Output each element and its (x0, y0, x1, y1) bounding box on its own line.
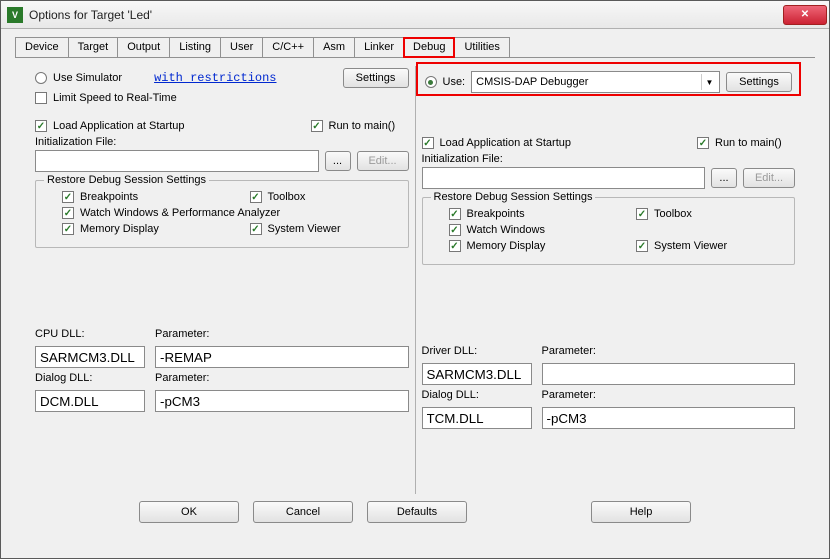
left-param2-input[interactable] (155, 390, 409, 412)
left-sysview-label: System Viewer (268, 223, 398, 235)
left-watch-label: Watch Windows & Performance Analyzer (80, 207, 280, 219)
left-run-main-checkbox[interactable] (311, 120, 323, 132)
driver-dll-input[interactable] (422, 363, 532, 385)
left-toolbox-label: Toolbox (268, 191, 398, 203)
app-icon: V (7, 7, 23, 23)
left-browse-button[interactable]: ... (325, 151, 351, 171)
chevron-down-icon: ▼ (701, 74, 717, 90)
debugger-select-value: CMSIS-DAP Debugger (476, 76, 588, 88)
right-memory-checkbox[interactable] (449, 240, 461, 252)
tab-linker[interactable]: Linker (354, 37, 404, 57)
left-param1-input[interactable] (155, 346, 409, 368)
right-load-app-checkbox[interactable] (422, 137, 434, 149)
restrictions-link[interactable]: with restrictions (154, 71, 276, 85)
tab-target[interactable]: Target (68, 37, 119, 57)
tab-user[interactable]: User (220, 37, 263, 57)
tab-ccpp[interactable]: C/C++ (262, 37, 314, 57)
left-watch-checkbox[interactable] (62, 207, 74, 219)
limit-speed-checkbox[interactable] (35, 92, 47, 104)
left-load-app-checkbox[interactable] (35, 120, 47, 132)
right-init-file-label: Initialization File: (422, 153, 796, 165)
left-edit-button[interactable]: Edit... (357, 151, 409, 171)
left-toolbox-checkbox[interactable] (250, 191, 262, 203)
left-dialog-dll-input[interactable] (35, 390, 145, 412)
tabs: Device Target Output Listing User C/C++ … (1, 29, 829, 57)
dialog-footer: OK Cancel Defaults Help (15, 495, 815, 529)
right-run-main-label: Run to main() (715, 137, 795, 149)
left-init-file-input[interactable] (35, 150, 319, 172)
left-sysview-checkbox[interactable] (250, 223, 262, 235)
right-load-app-label: Load Application at Startup (440, 137, 571, 149)
right-param2-label: Parameter: (542, 389, 796, 401)
right-init-file-input[interactable] (422, 167, 706, 189)
left-init-file-label: Initialization File: (35, 136, 409, 148)
simulator-settings-button[interactable]: Settings (343, 68, 409, 88)
tab-output[interactable]: Output (117, 37, 170, 57)
left-param1-label: Parameter: (155, 328, 409, 340)
limit-speed-label: Limit Speed to Real-Time (53, 92, 177, 104)
left-breakpoints-label: Breakpoints (80, 191, 138, 203)
right-restore-legend: Restore Debug Session Settings (431, 191, 596, 203)
cpu-dll-label: CPU DLL: (35, 328, 145, 340)
left-restore-legend: Restore Debug Session Settings (44, 174, 209, 186)
right-memory-label: Memory Display (467, 240, 546, 252)
tab-asm[interactable]: Asm (313, 37, 355, 57)
use-debugger-label: Use: (443, 76, 466, 88)
help-button[interactable]: Help (591, 501, 691, 523)
tab-body: Use Simulator with restrictions Settings… (15, 57, 815, 535)
cancel-button[interactable]: Cancel (253, 501, 353, 523)
right-run-main-checkbox[interactable] (697, 137, 709, 149)
right-toolbox-label: Toolbox (654, 208, 784, 220)
right-watch-checkbox[interactable] (449, 224, 461, 236)
right-toolbox-checkbox[interactable] (636, 208, 648, 220)
window-title: Options for Target 'Led' (29, 8, 152, 22)
simulator-panel: Use Simulator with restrictions Settings… (29, 62, 415, 498)
options-dialog: V Options for Target 'Led' ✕ Device Targ… (0, 0, 830, 559)
left-run-main-label: Run to main() (329, 120, 409, 132)
right-browse-button[interactable]: ... (711, 168, 737, 188)
tab-device[interactable]: Device (15, 37, 69, 57)
tab-utilities[interactable]: Utilities (454, 37, 509, 57)
ok-button[interactable]: OK (139, 501, 239, 523)
right-breakpoints-label: Breakpoints (467, 208, 525, 220)
right-sysview-checkbox[interactable] (636, 240, 648, 252)
left-load-app-label: Load Application at Startup (53, 120, 184, 132)
left-restore-group: Restore Debug Session Settings Breakpoin… (35, 180, 409, 248)
debugger-select[interactable]: CMSIS-DAP Debugger ▼ (471, 71, 720, 93)
use-simulator-radio[interactable] (35, 72, 47, 84)
right-param1-label: Parameter: (542, 345, 796, 357)
right-breakpoints-checkbox[interactable] (449, 208, 461, 220)
right-edit-button[interactable]: Edit... (743, 168, 795, 188)
driver-dll-label: Driver DLL: (422, 345, 532, 357)
left-memory-checkbox[interactable] (62, 223, 74, 235)
debugger-panel: Use: CMSIS-DAP Debugger ▼ Settings Load … (416, 62, 802, 498)
use-debugger-radio[interactable] (425, 76, 437, 88)
tab-debug[interactable]: Debug (403, 37, 455, 58)
debugger-settings-button[interactable]: Settings (726, 72, 792, 92)
right-param1-input[interactable] (542, 363, 796, 385)
right-sysview-label: System Viewer (654, 240, 784, 252)
tab-listing[interactable]: Listing (169, 37, 221, 57)
right-param2-input[interactable] (542, 407, 796, 429)
use-simulator-label: Use Simulator (53, 72, 122, 84)
left-breakpoints-checkbox[interactable] (62, 191, 74, 203)
left-dialog-dll-label: Dialog DLL: (35, 372, 145, 384)
titlebar: V Options for Target 'Led' ✕ (1, 1, 829, 29)
close-button[interactable]: ✕ (783, 5, 827, 25)
left-memory-label: Memory Display (80, 223, 159, 235)
right-watch-label: Watch Windows (467, 224, 545, 236)
right-restore-group: Restore Debug Session Settings Breakpoin… (422, 197, 796, 265)
cpu-dll-input[interactable] (35, 346, 145, 368)
defaults-button[interactable]: Defaults (367, 501, 467, 523)
left-param2-label: Parameter: (155, 372, 409, 384)
right-dialog-dll-input[interactable] (422, 407, 532, 429)
right-dialog-dll-label: Dialog DLL: (422, 389, 532, 401)
